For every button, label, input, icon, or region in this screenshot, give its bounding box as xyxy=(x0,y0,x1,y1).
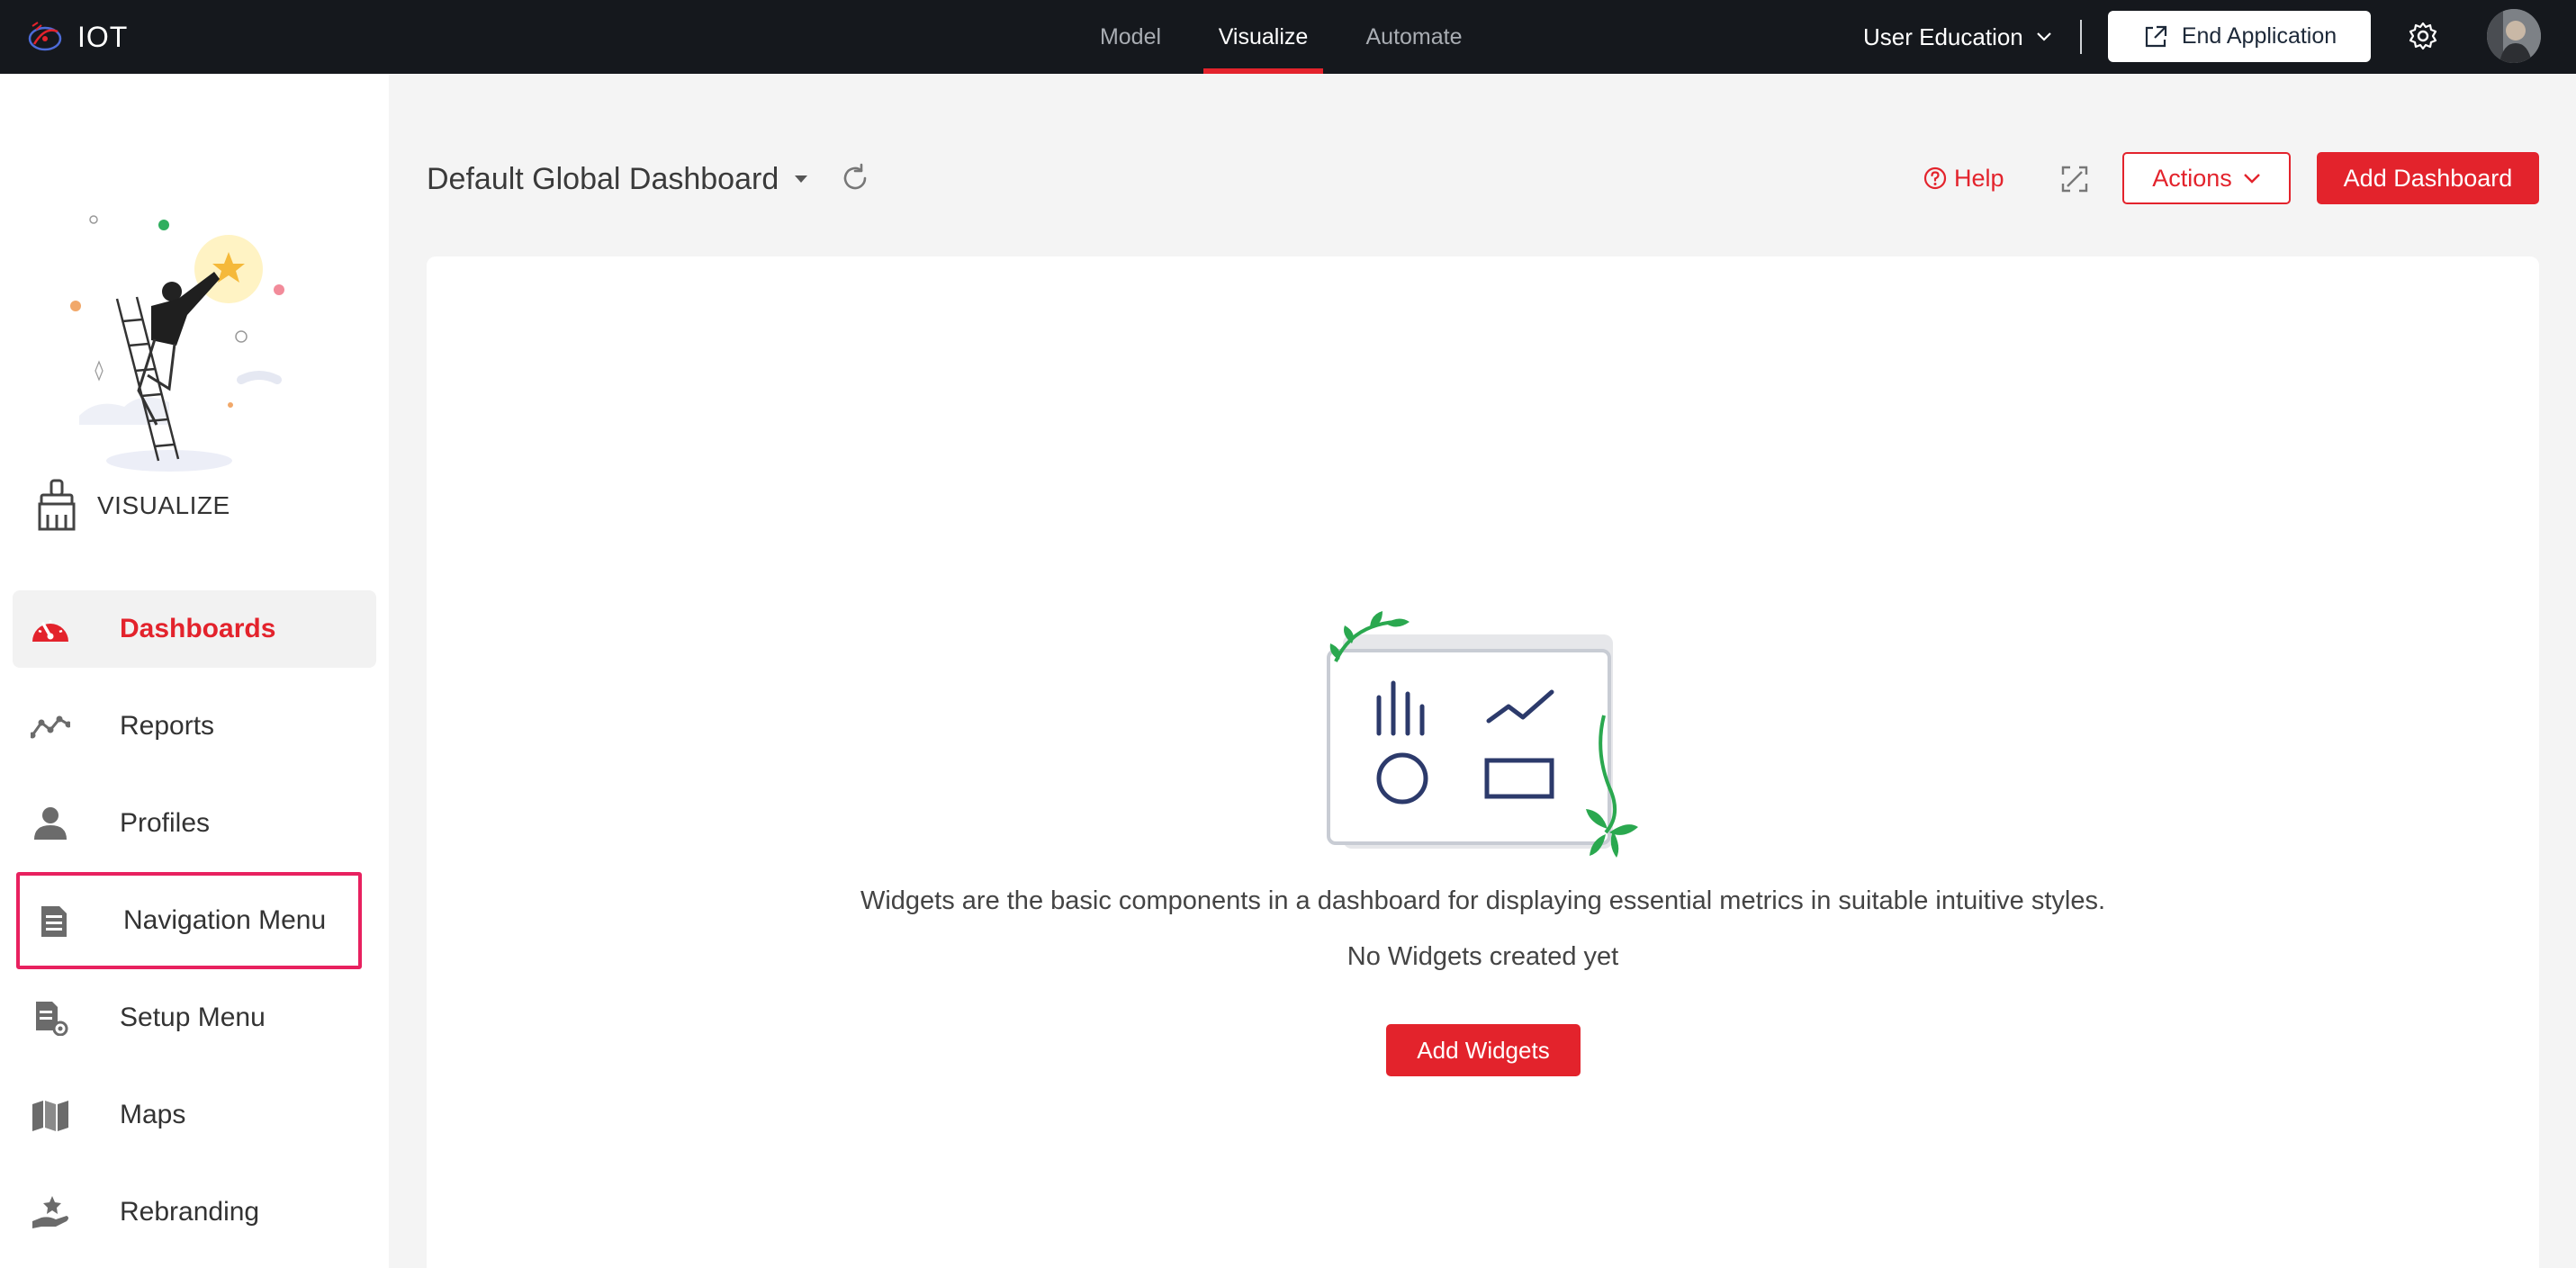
top-bar: IOT Model Visualize Automate User Educat… xyxy=(0,0,2576,74)
iot-logo-icon xyxy=(28,22,62,51)
gear-icon[interactable] xyxy=(2407,20,2439,52)
tab-label: Visualize xyxy=(1218,23,1309,49)
person-on-ladder-illustration xyxy=(70,215,284,472)
rebranding-hand-icon xyxy=(32,1196,68,1228)
org-select[interactable]: User Education xyxy=(1863,20,2052,54)
section-title: VISUALIZE xyxy=(97,491,230,519)
sidebar-item-label: Profiles xyxy=(120,808,211,838)
sidebar-item-navigation-menu[interactable]: Navigation Menu xyxy=(16,872,362,969)
avatar[interactable] xyxy=(2487,9,2541,63)
paint-brush-icon xyxy=(38,479,76,531)
section-header-visualize: VISUALIZE xyxy=(36,477,230,535)
empty-state-description: Widgets are the basic components in a da… xyxy=(860,886,2106,915)
org-select-label: User Education xyxy=(1863,22,2023,50)
tab-visualize[interactable]: Visualize xyxy=(1203,0,1323,74)
sidebar-item-rebranding[interactable]: Rebranding xyxy=(13,1174,376,1251)
empty-widgets-illustration xyxy=(1327,611,1638,858)
menu-document-icon xyxy=(41,906,67,937)
sidebar-item-setup-menu[interactable]: Setup Menu xyxy=(13,979,376,1057)
tab-model[interactable]: Model xyxy=(1084,0,1177,74)
sidebar-item-label: Maps xyxy=(120,1100,186,1129)
end-application-label: End Application xyxy=(2181,23,2337,49)
sidebar-item-label: Rebranding xyxy=(120,1197,260,1227)
sidebar-item-label: Dashboards xyxy=(120,614,276,643)
tab-automate[interactable]: Automate xyxy=(1350,0,1478,74)
add-dashboard-label: Add Dashboard xyxy=(2343,164,2513,192)
help-label: Help xyxy=(1954,164,2004,192)
user-icon xyxy=(34,807,67,840)
tab-label: Model xyxy=(1099,23,1162,49)
caret-down-icon xyxy=(795,175,808,183)
dashboard-title: Default Global Dashboard xyxy=(427,161,779,196)
speedometer-icon xyxy=(32,620,68,642)
chevron-down-icon xyxy=(2243,174,2260,184)
question-circle-icon xyxy=(1923,166,1947,190)
sidebar-item-reports[interactable]: Reports xyxy=(13,688,376,765)
refresh-icon[interactable] xyxy=(839,162,871,194)
external-link-icon xyxy=(2145,25,2166,47)
sidebar: VISUALIZE Dashboards Reports Profiles Na… xyxy=(0,74,389,1268)
divider xyxy=(2080,20,2082,54)
sidebar-item-maps[interactable]: Maps xyxy=(13,1076,376,1154)
sidebar-item-label: Navigation Menu xyxy=(123,905,327,935)
help-link[interactable]: Help xyxy=(1923,160,2004,196)
add-widgets-button[interactable]: Add Widgets xyxy=(1386,1024,1581,1076)
app-name: IOT xyxy=(77,20,129,53)
setup-document-icon xyxy=(36,1002,68,1036)
chevron-down-icon xyxy=(2036,32,2051,41)
actions-label: Actions xyxy=(2152,164,2232,192)
add-widgets-label: Add Widgets xyxy=(1417,1036,1550,1064)
end-application-button[interactable]: End Application xyxy=(2108,11,2371,62)
actions-dropdown[interactable]: Actions xyxy=(2122,152,2291,204)
map-icon xyxy=(32,1101,68,1131)
fullscreen-icon[interactable] xyxy=(2059,164,2090,194)
brand[interactable]: IOT xyxy=(25,16,128,58)
sidebar-item-dashboards[interactable]: Dashboards xyxy=(13,590,376,668)
user-photo-icon xyxy=(2487,9,2541,63)
sidebar-item-profiles[interactable]: Profiles xyxy=(13,785,376,862)
add-dashboard-button[interactable]: Add Dashboard xyxy=(2317,152,2539,204)
dashboard-panel: Widgets are the basic components in a da… xyxy=(427,256,2539,1268)
sidebar-item-label: Setup Menu xyxy=(120,1003,266,1032)
empty-state-subtext: No Widgets created yet xyxy=(1347,942,1619,971)
dashboard-title-select[interactable]: Default Global Dashboard xyxy=(427,158,809,200)
trend-line-icon xyxy=(31,715,70,739)
sidebar-item-label: Reports xyxy=(120,711,215,741)
tab-label: Automate xyxy=(1365,23,1463,49)
